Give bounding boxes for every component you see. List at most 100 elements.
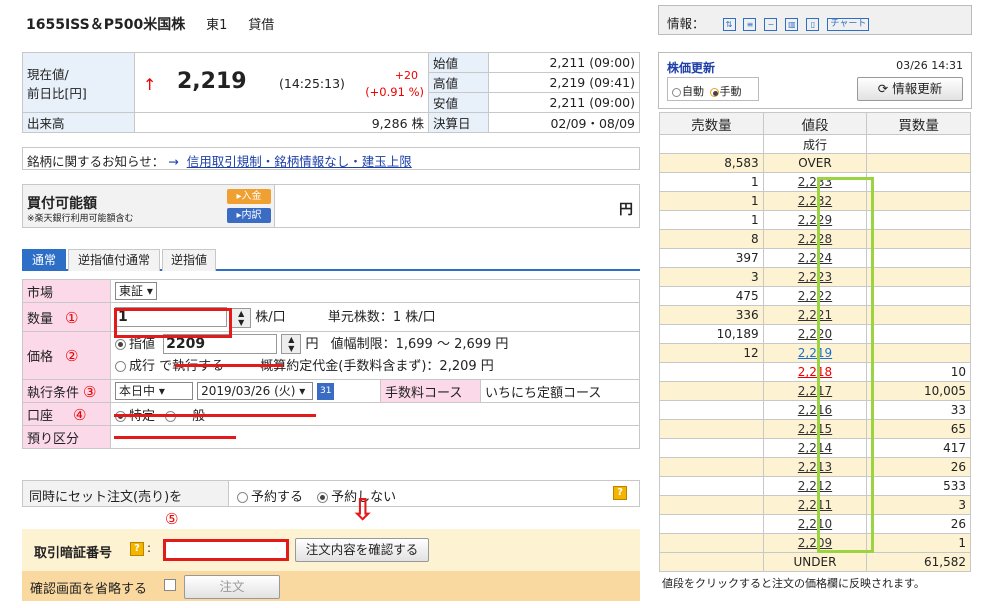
tab-stop[interactable]: 逆指値	[162, 249, 216, 271]
price-stepper[interactable]: ▲ ▼	[281, 334, 302, 354]
buy-qty	[866, 305, 971, 325]
price-time: (14:25:13)	[279, 76, 345, 91]
market-code: 東1	[206, 18, 228, 33]
market-order-row: 成行	[762, 134, 868, 154]
buying-power: 買付可能額 ※楽天銀行利用可能額含む ▸入金 ▸内訳 円	[22, 184, 640, 228]
book-row: 2,210 26	[659, 514, 971, 534]
price-change: +20	[394, 69, 418, 82]
market-order-radio[interactable]	[115, 360, 126, 372]
breakdown-button[interactable]: ▸内訳	[227, 208, 271, 223]
refresh-label: 情報更新	[892, 81, 943, 96]
sell-qty: 1	[659, 210, 764, 230]
book-row: 2,211 3	[659, 495, 971, 515]
sell-qty: 10,189	[659, 324, 764, 344]
tab-normal[interactable]: 通常	[22, 249, 66, 271]
book-icon[interactable]: ▯	[806, 18, 820, 31]
order-tabs: 通常 逆指値付通常 逆指値	[22, 249, 640, 271]
order-button[interactable]: 注文	[184, 575, 280, 599]
auto-radio[interactable]	[672, 87, 681, 97]
book-cell	[866, 134, 971, 154]
set-order-yes-radio[interactable]	[237, 492, 248, 503]
tab-stop-normal[interactable]: 逆指値付通常	[68, 249, 160, 271]
book-row: 397 2,224	[659, 248, 971, 268]
current-price-label: 現在値/ 前日比[円]	[22, 52, 135, 113]
qty-highlight	[114, 308, 232, 338]
buy-qty	[866, 267, 971, 287]
sell-qty	[659, 438, 764, 458]
set-order-label: 同時にセット注文(売り)を	[23, 481, 229, 506]
buy-qty: 26	[866, 457, 971, 477]
document-icon[interactable]: ≡	[743, 18, 757, 31]
sell-qty	[659, 533, 764, 553]
buy-qty: 1	[866, 533, 971, 553]
buy-qty	[866, 286, 971, 306]
stat-label: 安値	[428, 92, 489, 113]
set-order-row: 同時にセット注文(売り)を 予約する 予約しない ?	[22, 480, 640, 507]
deposit-button[interactable]: ▸入金	[227, 189, 271, 204]
stat-value: 2,219 (09:41)	[488, 72, 640, 93]
price-update-panel: 株価更新 03/26 14:31 自動 手動 ⟳ 情報更新	[658, 52, 972, 109]
buy-qty	[866, 324, 971, 344]
date-select[interactable]: 2019/03/26 (火) ▾	[197, 382, 314, 400]
over-label: OVER	[762, 153, 868, 173]
price-table: 現在値/ 前日比[円] ↑ 2,219 (14:25:13) +20 (+0.9…	[22, 52, 640, 133]
notice-label: 銘柄に関するお知らせ：	[27, 154, 165, 169]
line-chart-icon[interactable]: ~	[764, 18, 778, 31]
price-underline	[175, 364, 283, 367]
buy-qty-header: 買数量	[866, 112, 971, 135]
condition-label-cell: 執行条件 ③	[22, 379, 111, 403]
sell-qty: 1	[659, 172, 764, 192]
set-order-no-radio[interactable]	[317, 492, 329, 503]
buy-qty	[866, 343, 971, 363]
chart-link[interactable]: チャート	[827, 18, 870, 31]
refresh-button[interactable]: ⟳ 情報更新	[857, 77, 963, 101]
condition-select[interactable]: 本日中 ▾	[115, 382, 193, 400]
limit-radio[interactable]	[115, 338, 126, 350]
pin-input[interactable]	[163, 539, 289, 561]
sell-qty	[659, 476, 764, 496]
bar-chart-icon[interactable]: ▥	[785, 18, 799, 31]
refresh-icon: ⟳	[877, 81, 889, 96]
help-icon[interactable]: ?	[613, 486, 627, 500]
quantity-stepper[interactable]: ▲ ▼	[231, 307, 252, 328]
manual-radio[interactable]	[709, 87, 719, 97]
pin-help-icon[interactable]: ?	[130, 542, 144, 556]
sell-qty: 475	[659, 286, 764, 306]
notice-link[interactable]: 信用取引規制・銘柄情報なし・建玉上限	[187, 154, 412, 169]
confirm-order-button[interactable]: 注文内容を確認する	[295, 538, 429, 562]
stat-value: 2,211 (09:00)	[488, 52, 640, 73]
update-title: 株価更新	[667, 61, 716, 75]
under-row: UNDER 61,582	[659, 552, 971, 572]
price-column-highlight	[817, 177, 874, 553]
condition-label: 執行条件	[27, 385, 80, 401]
market-select[interactable]: 東証 ▾	[115, 282, 157, 300]
book-row: 12 2,219	[659, 343, 971, 363]
price-header: 値段	[762, 112, 868, 135]
book-row: 3 2,223	[659, 267, 971, 287]
sell-qty: 1	[659, 191, 764, 211]
buying-power-title: 買付可能額	[27, 196, 97, 212]
down-arrow-icon: ⇩	[350, 493, 376, 528]
book-row: 2,209 1	[659, 533, 971, 553]
buy-qty: 3	[866, 495, 971, 515]
sell-qty: 8	[659, 229, 764, 249]
buying-power-label-cell: 買付可能額 ※楽天銀行利用可能額含む ▸入金 ▸内訳	[23, 185, 275, 227]
marker-1: ①	[65, 308, 79, 327]
up-arrow-icon: ↑	[143, 75, 157, 94]
order-book: 売数量 値段 買数量 成行 8,583 OVER 1 2,233 1 2,232 1 2,…	[659, 112, 971, 572]
book-row: 2,213 26	[659, 457, 971, 477]
price-unit: 円	[305, 336, 319, 352]
sell-qty: 12	[659, 343, 764, 363]
calendar-icon[interactable]: 31	[317, 383, 335, 400]
sort-icon[interactable]: ⇅	[722, 18, 736, 31]
buy-qty: 10	[866, 362, 971, 382]
marker-3: ③	[83, 382, 97, 401]
book-cell	[659, 552, 764, 572]
price-change-pct: (+0.91 %)	[365, 85, 424, 99]
info-label: 情報：	[667, 16, 705, 31]
pin-colon: :	[147, 541, 152, 555]
sell-qty	[659, 400, 764, 420]
custody-label: 預り区分	[22, 425, 111, 449]
account-label: 口座	[27, 408, 54, 424]
skip-confirm-checkbox[interactable]	[164, 579, 176, 591]
